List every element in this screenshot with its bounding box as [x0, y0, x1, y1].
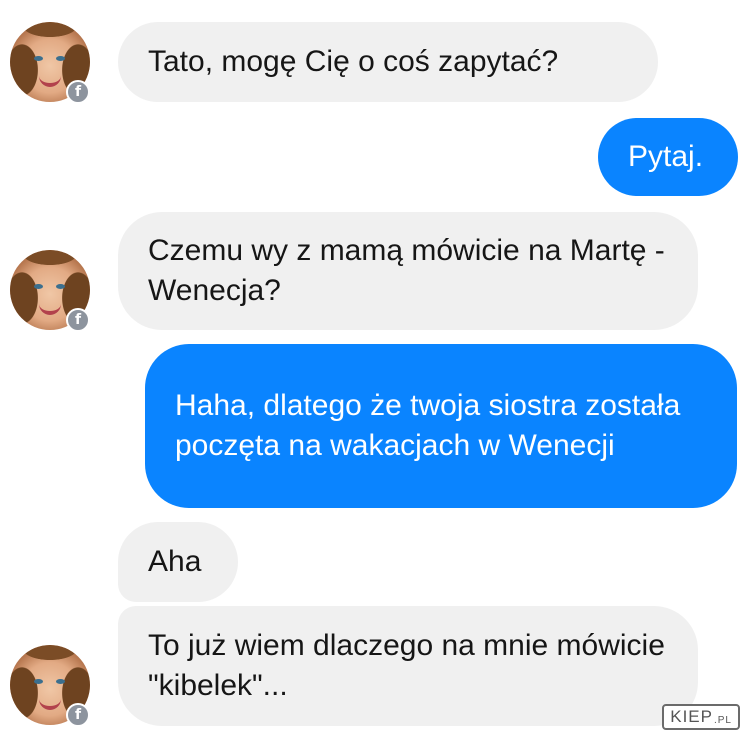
outgoing-message[interactable]: Pytaj.: [598, 118, 738, 196]
incoming-message[interactable]: Aha: [118, 522, 238, 602]
facebook-icon: f: [66, 80, 90, 104]
watermark-logo: KIEP .PL: [662, 704, 740, 730]
watermark-suffix: .PL: [713, 715, 732, 726]
facebook-icon: f: [66, 703, 90, 727]
sender-avatar[interactable]: f: [10, 250, 90, 332]
sender-avatar[interactable]: f: [10, 22, 90, 104]
outgoing-message[interactable]: Haha, dlatego że twoja siostra została p…: [145, 344, 737, 508]
sender-avatar[interactable]: f: [10, 645, 90, 727]
watermark-text: KIEP: [670, 707, 713, 726]
incoming-message[interactable]: Tato, mogę Cię o coś zapytać?: [118, 22, 658, 102]
incoming-message[interactable]: To już wiem dlaczego na mnie mówicie "ki…: [118, 606, 698, 726]
facebook-icon: f: [66, 308, 90, 332]
incoming-message[interactable]: Czemu wy z mamą mówicie na Martę - Wenec…: [118, 212, 698, 330]
